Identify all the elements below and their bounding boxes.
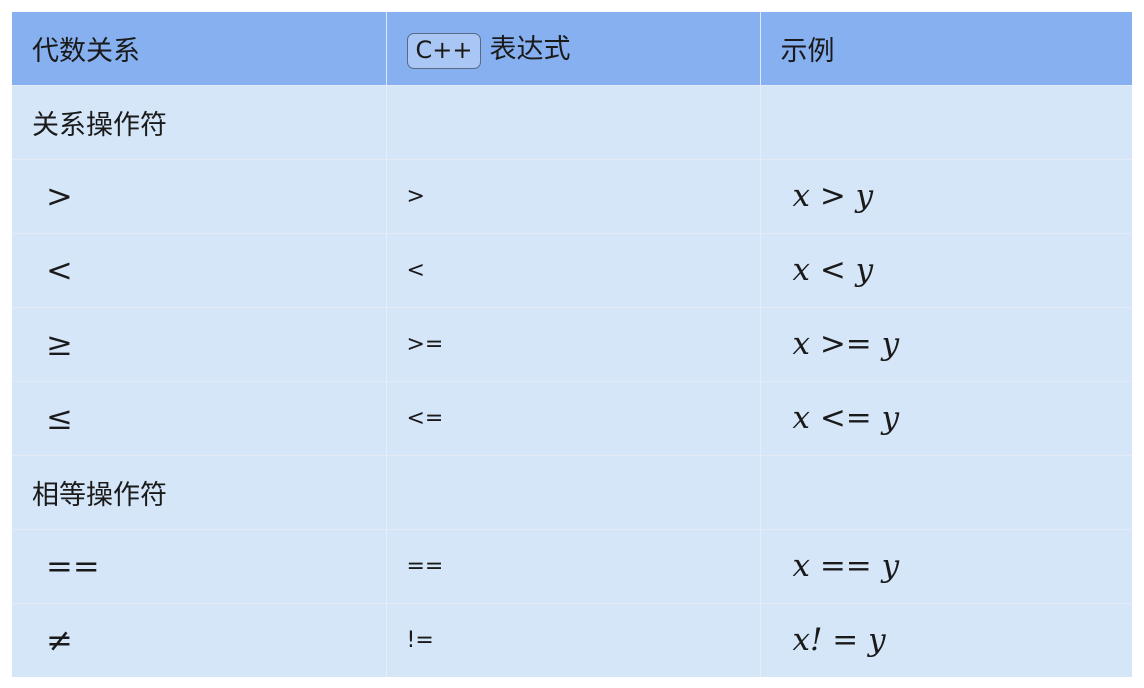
example-cell: x >= y (760, 306, 1132, 381)
example-expression: x < y (792, 252, 874, 288)
section-label-equality: 相等操作符 (12, 454, 387, 529)
example-expression: x <= y (792, 400, 900, 436)
example-cell: x > y (760, 158, 1132, 233)
cpp-code-badge: C++ (406, 33, 482, 70)
cpp-operator-cell: != (386, 602, 761, 677)
cpp-operator: <= (406, 405, 444, 431)
cpp-operator: < (406, 257, 425, 283)
table-row: == == x == y (12, 528, 1132, 603)
example-expression: x >= y (792, 326, 900, 362)
cpp-operator-cell: <= (386, 380, 761, 455)
math-symbol-cell: == (12, 528, 387, 603)
table-row: ≤ <= x <= y (12, 380, 1132, 455)
section-label-relational: 关系操作符 (12, 84, 387, 159)
operator-table: 代数关系 C++ 表达式 示例 关系操作符 > > x > y < < x < y (12, 12, 1132, 677)
math-symbol-cell: ≥ (12, 306, 387, 381)
cpp-operator: >= (406, 331, 444, 357)
cpp-operator: > (406, 183, 425, 209)
cpp-operator-cell: >= (386, 306, 761, 381)
table-row: < < x < y (12, 232, 1132, 307)
header-example: 示例 (760, 12, 1132, 85)
section-row-relational: 关系操作符 (12, 84, 1132, 159)
empty-cell (760, 454, 1132, 529)
math-symbol: < (46, 251, 73, 289)
table-row: > > x > y (12, 158, 1132, 233)
header-cpp-expression: C++ 表达式 (386, 12, 761, 85)
math-symbol: > (46, 177, 73, 215)
table-row: ≠ != x! = y (12, 602, 1132, 677)
cpp-operator: != (406, 627, 434, 653)
table-row: ≥ >= x >= y (12, 306, 1132, 381)
example-expression: x > y (792, 178, 874, 214)
example-cell: x < y (760, 232, 1132, 307)
math-symbol-cell: < (12, 232, 387, 307)
empty-cell (386, 84, 761, 159)
header-algebraic-relation: 代数关系 (12, 12, 387, 85)
math-symbol: == (46, 547, 100, 585)
cpp-operator-cell: > (386, 158, 761, 233)
example-cell: x == y (760, 528, 1132, 603)
math-symbol-cell: > (12, 158, 387, 233)
example-expression: x! = y (792, 622, 886, 659)
example-expression: x == y (792, 548, 900, 584)
math-symbol: ≥ (46, 325, 73, 363)
example-cell: x! = y (760, 602, 1132, 677)
cpp-operator-cell: < (386, 232, 761, 307)
cpp-operator: == (406, 553, 444, 579)
empty-cell (386, 454, 761, 529)
empty-cell (760, 84, 1132, 159)
table-header-row: 代数关系 C++ 表达式 示例 (12, 12, 1132, 85)
math-symbol: ≤ (46, 399, 73, 437)
cpp-operator-cell: == (386, 528, 761, 603)
header-expression-label: 表达式 (489, 34, 571, 66)
example-cell: x <= y (760, 380, 1132, 455)
operator-table-container: 代数关系 C++ 表达式 示例 关系操作符 > > x > y < < x < y (12, 12, 1132, 677)
math-symbol-cell: ≠ (12, 602, 387, 677)
section-row-equality: 相等操作符 (12, 454, 1132, 529)
math-symbol-cell: ≤ (12, 380, 387, 455)
math-symbol: ≠ (46, 621, 73, 660)
